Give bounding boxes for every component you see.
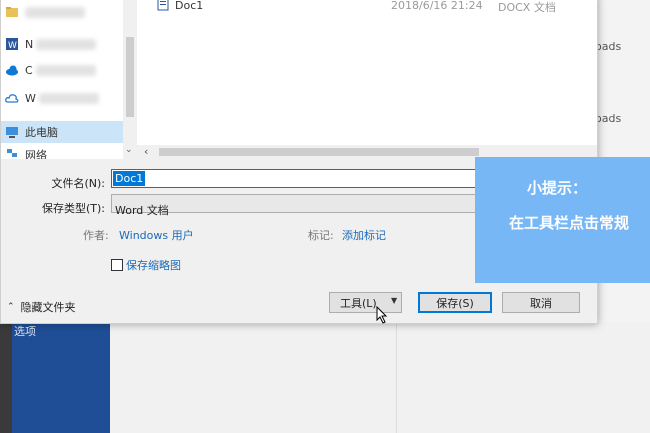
tools-label: 工具(L): [340, 296, 377, 310]
nav-item-word[interactable]: W N: [5, 33, 117, 55]
file-list: [137, 0, 597, 145]
file-row[interactable]: Doc1: [157, 0, 203, 13]
save-label: 保存(S): [436, 296, 474, 310]
hide-folders-label: 隐藏文件夹: [20, 301, 76, 314]
options-menu-item[interactable]: 选项: [14, 323, 36, 339]
hide-folders-toggle[interactable]: ⌃ 隐藏文件夹: [7, 299, 76, 315]
blurred-label: [36, 38, 97, 50]
save-button[interactable]: 保存(S): [418, 292, 492, 313]
cloud-icon: [5, 91, 19, 105]
thumbnail-label[interactable]: 保存缩略图: [126, 257, 181, 273]
nav-item-label: C: [25, 63, 33, 77]
nav-item-onedrive[interactable]: C: [5, 59, 117, 81]
save-type-label: 保存类型(T):: [41, 202, 105, 215]
thumbnail-checkbox[interactable]: [111, 259, 123, 271]
chevron-up-icon: ⌃: [7, 302, 15, 312]
chevron-down-icon[interactable]: ⌄: [125, 145, 133, 155]
save-type-value: Word 文档: [115, 204, 169, 217]
blurred-label: [25, 6, 85, 18]
file-list-scrollbar-thumb[interactable]: [159, 148, 479, 156]
file-name: Doc1: [175, 0, 204, 12]
blurred-label: [38, 92, 99, 104]
nav-item-label: 此电脑: [25, 126, 58, 139]
chevron-left-icon[interactable]: ‹: [144, 145, 148, 158]
nav-item-label: 网络: [25, 149, 47, 159]
author-value[interactable]: Windows 用户: [119, 227, 194, 243]
file-type: DOCX 文档: [498, 1, 556, 14]
tip-body: 在工具栏点击常规: [509, 214, 630, 232]
nav-item-network[interactable]: 网络: [5, 147, 117, 159]
tip-title: 小提示：: [527, 179, 588, 197]
word-doc-icon: W: [5, 37, 19, 51]
svg-text:W: W: [8, 41, 17, 51]
nav-item-label: W: [25, 91, 36, 105]
background-content-pane: [110, 322, 650, 433]
filename-label: 文件名(N):: [51, 177, 105, 190]
filename-value[interactable]: Doc1: [113, 171, 146, 186]
nav-item-label: N: [25, 37, 34, 51]
nav-item-folder[interactable]: [5, 1, 117, 23]
nav-scrollbar-thumb[interactable]: [126, 37, 134, 117]
blurred-label: [35, 64, 96, 76]
file-date: 2018/6/16 21:24: [391, 0, 483, 12]
onedrive-icon: [5, 63, 19, 77]
nav-item-cloud[interactable]: W: [5, 87, 117, 109]
network-icon: [5, 147, 19, 159]
cancel-label: 取消: [530, 296, 552, 310]
navigation-pane: W N C W 此电脑 网络: [1, 0, 123, 159]
tags-value[interactable]: 添加标记: [342, 227, 386, 243]
nav-item-this-pc[interactable]: 此电脑: [1, 121, 123, 143]
author-label: 作者:: [83, 229, 109, 242]
chevron-down-icon[interactable]: ▼: [391, 296, 397, 305]
word-doc-icon: [157, 0, 169, 14]
tags-label: 标记:: [308, 229, 334, 242]
folder-icon: [5, 5, 19, 19]
mouse-cursor-icon: [376, 305, 388, 327]
cancel-button[interactable]: 取消: [502, 292, 580, 313]
computer-icon: [5, 125, 19, 139]
background-divider: [396, 322, 397, 433]
